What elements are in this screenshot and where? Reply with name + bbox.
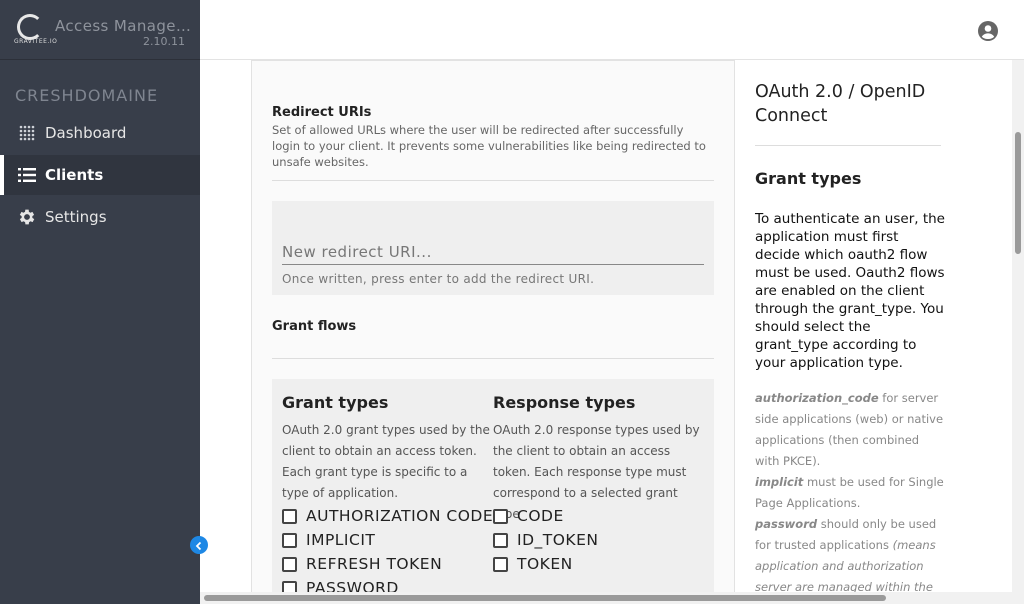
sidebar-item-label: Clients <box>45 166 104 184</box>
divider <box>272 180 714 181</box>
grid-icon <box>17 123 37 143</box>
sidebar-item-label: Settings <box>45 208 107 226</box>
grant-type-refresh-token[interactable]: REFRESH TOKEN <box>282 552 442 576</box>
list-icon <box>17 165 37 185</box>
help-item: authorization_code for server side appli… <box>755 391 944 468</box>
checkbox[interactable] <box>282 556 297 572</box>
redirect-uri-field-container: Once written, press enter to add the red… <box>272 201 714 295</box>
grant-response-types-container: Grant types OAuth 2.0 grant types used b… <box>272 379 714 592</box>
horizontal-scrollbar-thumb[interactable] <box>204 595 886 601</box>
grant-type-implicit[interactable]: IMPLICIT <box>282 528 375 552</box>
response-types-title: Response types <box>493 393 636 412</box>
vertical-scrollbar-thumb[interactable] <box>1015 132 1021 254</box>
checkbox-label: PASSWORD <box>306 579 399 592</box>
checkbox-label: CODE <box>517 507 564 525</box>
checkbox[interactable] <box>493 532 508 548</box>
vertical-scrollbar[interactable] <box>1012 60 1024 592</box>
main-content: Redirect URIs Set of allowed URLs where … <box>200 60 1012 592</box>
sidebar-item-settings[interactable]: Settings <box>0 197 200 237</box>
grant-type-authorization-code[interactable]: AUTHORIZATION CODE <box>282 504 493 528</box>
checkbox-label: TOKEN <box>517 555 573 573</box>
divider <box>272 358 714 359</box>
help-item: password should only be used for trusted… <box>755 517 937 592</box>
grant-types-description: OAuth 2.0 grant types used by the client… <box>282 423 490 500</box>
collapse-sidebar-button[interactable] <box>190 536 208 554</box>
horizontal-scrollbar[interactable] <box>200 592 1024 604</box>
redirect-uris-title: Redirect URIs <box>272 105 372 120</box>
response-type-code[interactable]: CODE <box>493 504 564 528</box>
grant-type-password[interactable]: PASSWORD <box>282 576 399 592</box>
chevron-left-icon <box>194 536 204 555</box>
checkbox[interactable] <box>282 580 297 592</box>
checkbox[interactable] <box>282 532 297 548</box>
redirect-uris-description: Set of allowed URLs where the user will … <box>272 123 706 169</box>
app-root: GRAVITEE.IO Access Manage… 2.10.11 CRESH… <box>0 0 1024 604</box>
gravitee-logo: GRAVITEE.IO <box>14 14 57 46</box>
checkbox[interactable] <box>493 508 508 524</box>
help-item: implicit must be used for Single Page Ap… <box>755 475 944 510</box>
grant-flows-title: Grant flows <box>272 319 357 334</box>
response-type-token[interactable]: TOKEN <box>493 552 573 576</box>
sidebar-item-dashboard[interactable]: Dashboard <box>0 113 200 153</box>
checkbox-label: REFRESH TOKEN <box>306 555 443 573</box>
redirect-uri-input[interactable] <box>282 239 704 265</box>
checkbox-label: AUTHORIZATION CODE <box>306 507 494 525</box>
redirect-uri-hint: Once written, press enter to add the red… <box>282 272 595 286</box>
client-settings-card: Redirect URIs Set of allowed URLs where … <box>251 60 735 592</box>
gear-icon <box>17 207 37 227</box>
top-bar <box>200 0 1024 60</box>
app-version: 2.10.11 <box>143 35 185 48</box>
help-title: OAuth 2.0 / OpenID Connect <box>755 82 926 126</box>
grant-types-title: Grant types <box>282 393 389 412</box>
checkbox-label: ID_TOKEN <box>517 531 599 549</box>
sidebar: GRAVITEE.IO Access Manage… 2.10.11 CRESH… <box>0 0 200 604</box>
sidebar-item-clients[interactable]: Clients <box>0 155 200 195</box>
checkbox[interactable] <box>493 556 508 572</box>
app-title: Access Manage… <box>55 17 192 35</box>
domain-name: CRESHDOMAINE <box>15 86 159 105</box>
help-panel: OAuth 2.0 / OpenID Connect Grant types T… <box>735 60 1011 592</box>
checkbox[interactable] <box>282 508 297 524</box>
help-grant-type-list: authorization_code for server side appli… <box>755 388 945 592</box>
checkbox-label: IMPLICIT <box>306 531 376 549</box>
help-text: To authenticate an user, the application… <box>755 211 945 371</box>
grant-types-column: Grant types OAuth 2.0 grant types used b… <box>282 393 490 504</box>
divider <box>755 145 941 146</box>
brand-header[interactable]: GRAVITEE.IO Access Manage… 2.10.11 <box>0 0 200 60</box>
help-subtitle: Grant types <box>755 169 862 188</box>
sidebar-item-label: Dashboard <box>45 124 127 142</box>
response-type-id-token[interactable]: ID_TOKEN <box>493 528 598 552</box>
account-circle-icon[interactable] <box>978 21 998 41</box>
